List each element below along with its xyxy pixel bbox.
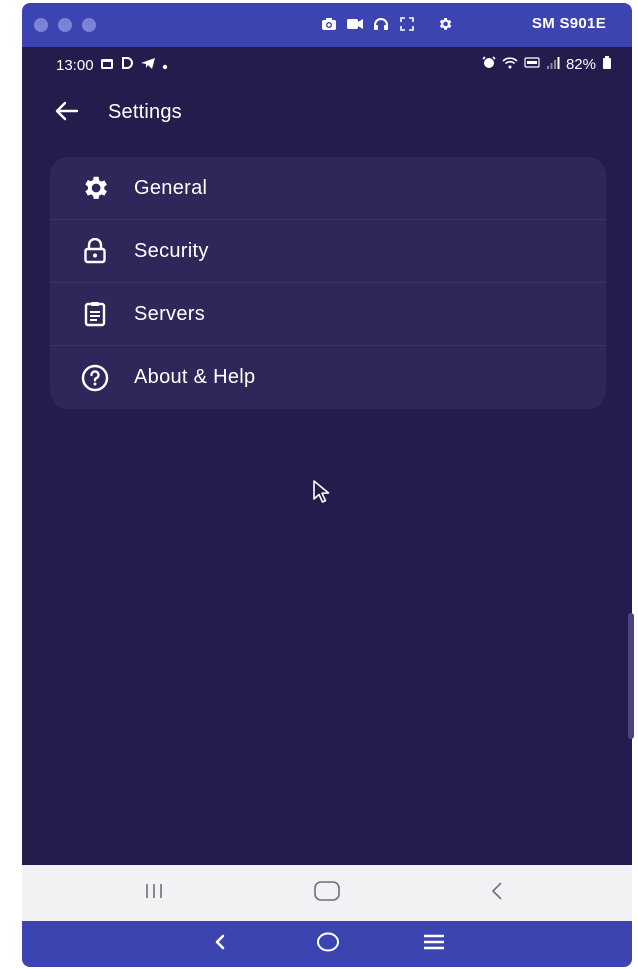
home-button[interactable]: [307, 879, 347, 907]
gear-icon: [78, 171, 112, 205]
camera-icon[interactable]: [320, 15, 338, 33]
notification-dot-icon: [162, 57, 168, 74]
page-title: Settings: [108, 101, 182, 123]
menu-item-label: General: [134, 176, 208, 199]
settings-menu-card: General Security Servers About & Help: [50, 157, 606, 409]
signal-icon: [546, 56, 560, 73]
mouse-pointer-icon: [312, 479, 334, 505]
volte-icon: [524, 56, 540, 73]
status-right: 82%: [482, 56, 612, 73]
status-bar: 13:00 82%: [22, 47, 632, 83]
device-name: SM S901E: [531, 15, 606, 32]
chevron-left-icon: [489, 881, 505, 906]
app-bar: Settings: [22, 91, 632, 135]
window-close-button[interactable]: [34, 18, 48, 32]
chevron-left-icon: [213, 934, 227, 955]
window-minimize-button[interactable]: [58, 18, 72, 32]
headphones-icon[interactable]: [372, 15, 390, 33]
emulator-menu-button[interactable]: [414, 931, 454, 957]
android-nav-bar: [22, 865, 632, 921]
menu-item-servers[interactable]: Servers: [50, 283, 606, 346]
telegram-icon: [140, 57, 156, 74]
menu-item-general[interactable]: General: [50, 157, 606, 220]
calendar-icon: [100, 57, 114, 74]
scroll-handle[interactable]: [628, 613, 634, 739]
arrow-left-icon: [55, 101, 79, 126]
back-button[interactable]: [52, 99, 82, 127]
help-circle-icon: [78, 361, 112, 395]
phone-screen: 13:00 82% Settings General Security Serv…: [22, 47, 634, 865]
menu-item-about-help[interactable]: About & Help: [50, 346, 606, 409]
menu-item-label: Security: [134, 239, 209, 262]
video-icon[interactable]: [346, 15, 364, 33]
window-maximize-button[interactable]: [82, 18, 96, 32]
hamburger-icon: [422, 933, 446, 956]
emulator-title-bar: SM S901E: [22, 3, 632, 47]
lock-icon: [78, 234, 112, 268]
menu-item-label: About & Help: [134, 366, 256, 388]
menu-item-label: Servers: [134, 302, 206, 325]
clipboard-icon: [78, 297, 112, 331]
emulator-toolbar: [320, 15, 454, 33]
menu-item-security[interactable]: Security: [50, 220, 606, 283]
do-not-disturb-icon: [120, 56, 134, 74]
alarm-icon: [482, 56, 496, 73]
battery-percent: 82%: [565, 56, 596, 73]
status-time: 13:00: [56, 56, 94, 74]
fullscreen-icon[interactable]: [398, 15, 416, 33]
back-nav-button[interactable]: [477, 879, 517, 907]
emulator-bottom-bar: [22, 921, 632, 967]
emulator-back-button[interactable]: [200, 931, 240, 957]
gear-icon[interactable]: [436, 15, 454, 33]
status-left: 13:00: [56, 56, 168, 74]
home-icon: [313, 880, 341, 907]
wifi-icon: [502, 56, 518, 73]
recent-apps-icon: [142, 882, 166, 905]
battery-icon: [602, 56, 612, 73]
window-controls: [34, 18, 96, 32]
emulator-home-button[interactable]: [308, 931, 348, 957]
recent-apps-button[interactable]: [134, 879, 174, 907]
circle-icon: [316, 931, 340, 958]
